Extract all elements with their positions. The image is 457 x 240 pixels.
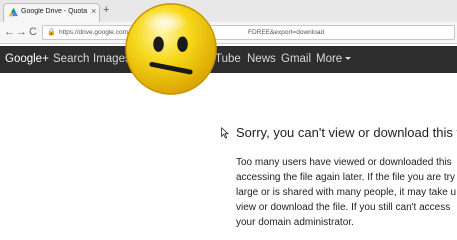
reload-button[interactable]: C — [29, 26, 37, 38]
tab-title: Google Drive - Quota exce... — [21, 8, 87, 15]
main-content: Sorry, you can't view or download this f… — [0, 73, 457, 240]
error-line: accessing the file again later. If the f… — [236, 172, 456, 183]
google-nav-bar: Google+ Search Images Tube News Gmail Mo… — [0, 46, 457, 73]
new-tab-button[interactable]: + — [103, 4, 109, 16]
url-text-tail: FDREE&export=download — [248, 29, 325, 36]
error-message: Too many users have viewed or downloaded… — [236, 155, 457, 230]
error-line: view or download the file. If you still … — [236, 202, 451, 213]
tab-strip: Google Drive - Quota exce... × + — [0, 0, 457, 22]
tab-close-icon[interactable]: × — [91, 6, 96, 17]
error-line: Too many users have viewed or downloaded… — [236, 157, 452, 168]
back-button[interactable]: ← — [4, 26, 15, 38]
browser-tab[interactable]: Google Drive - Quota exce... × — [3, 3, 100, 22]
google-drive-favicon-icon — [9, 8, 18, 17]
chevron-down-icon — [345, 57, 352, 60]
nav-google-plus[interactable]: Google+ — [5, 53, 49, 66]
mouse-cursor-icon — [221, 127, 229, 139]
nav-gmail[interactable]: Gmail — [281, 53, 311, 66]
error-line: large or is shared with many people, it … — [236, 187, 457, 198]
browser-toolbar: ← → C 🔒 https://drive.google.com/uc?id F… — [0, 22, 457, 44]
error-line: your domain administrator. — [236, 217, 354, 228]
address-bar[interactable]: 🔒 https://drive.google.com/uc?id FDREE&e… — [42, 25, 455, 40]
nav-search[interactable]: Search — [53, 53, 89, 66]
forward-button[interactable]: → — [16, 26, 27, 38]
nav-more[interactable]: More — [316, 53, 352, 66]
nav-more-label: More — [316, 53, 343, 65]
lock-icon: 🔒 — [47, 29, 56, 36]
nav-news[interactable]: News — [247, 53, 276, 66]
neutral-face-emoji-icon — [125, 3, 217, 95]
error-heading: Sorry, you can't view or download this f… — [236, 125, 457, 140]
